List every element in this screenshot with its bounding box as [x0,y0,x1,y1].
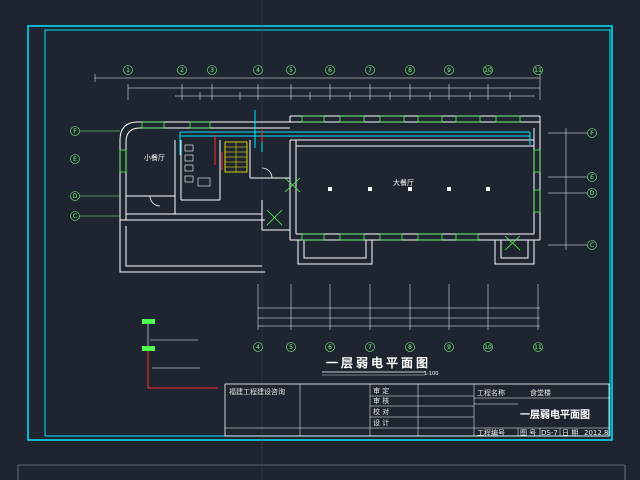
axis-label-top-11: 11 [534,67,542,74]
tb-project-value: 食堂楼 [530,388,551,397]
tb-date-value: 2012.8 [584,429,609,437]
legend-symbol [142,319,218,389]
axis-label-top-6: 6 [328,67,332,74]
top-axis-bubbles: 1 2 3 4 5 6 7 8 9 10 11 [123,65,543,75]
right-axis-bubbles: F E D C [548,128,597,250]
drawing-title: 一层弱电平面图 [326,355,431,370]
tb-company: 福建工程建设咨询 [229,387,285,396]
axis-label-right-E: E [590,174,594,181]
axis-label-top-2: 2 [180,67,184,74]
axis-label-bottom-11: 11 [534,344,542,351]
tb-drawing-name: 一层弱电平面图 [520,408,590,421]
stair-block [224,141,248,173]
tb-row-1: 审 定 [373,386,389,395]
axis-label-right-D: D [590,190,595,197]
tb-number-label: 工程编号 [477,428,505,437]
axis-label-top-7: 7 [368,67,372,74]
title-block: 福建工程建设咨询 审 定 审 核 校 对 设 计 工程名称 食堂楼 一层弱电平面… [224,383,610,437]
axis-label-top-4: 4 [256,67,260,74]
axis-label-top-5: 5 [289,67,293,74]
axis-label-top-1: 1 [126,67,130,74]
tb-row-2: 审 核 [373,396,389,405]
axis-label-bottom-4: 4 [256,344,260,351]
bottom-dimension-lines [257,284,540,330]
axis-label-left-C: C [73,213,77,220]
tb-row-3: 校 对 [373,407,389,416]
room-label-large-hall: 大餐厅 [393,178,414,187]
axis-label-bottom-5: 5 [289,344,293,351]
tb-row-4: 设 计 [373,418,389,427]
tb-date-label: 日 期 [562,429,578,437]
axis-label-top-3: 3 [210,67,214,74]
tb-sheet-label: 图 号 [520,429,536,437]
axis-label-bottom-7: 7 [368,344,372,351]
axis-label-bottom-8: 8 [408,344,412,351]
axis-label-top-9: 9 [447,67,451,74]
weak-current-cables [179,110,531,155]
axis-label-left-F: F [73,128,77,135]
room-label-small-hall: 小餐厅 [144,153,165,162]
axis-label-bottom-6: 6 [328,344,332,351]
drawing-scale: 1:100 [424,371,438,377]
left-axis-bubbles: F E D C [70,126,120,221]
axis-label-bottom-10: 10 [484,344,492,351]
axis-label-top-8: 8 [408,67,412,74]
bottom-axis-bubbles: 4 5 6 7 8 9 10 11 [253,342,543,352]
windows [119,115,541,241]
top-dimension-ticks [127,84,511,100]
top-dimension-lines [94,74,541,100]
building-walls [119,115,541,273]
columns [328,187,490,191]
sanitary-fixtures [184,144,211,187]
axis-label-left-D: D [73,193,78,200]
axis-label-right-C: C [590,242,594,249]
axis-label-bottom-9: 9 [447,344,451,351]
axis-label-top-10: 10 [484,67,492,74]
cad-drawing-canvas: 1 2 3 4 5 6 7 8 9 10 11 F E D C F E D C … [17,0,626,480]
doors [149,167,521,251]
tb-sheet-value: DS-7 [541,429,558,437]
tb-project-label: 工程名称 [477,388,505,397]
axis-label-right-F: F [590,130,594,137]
axis-label-left-E: E [73,156,77,163]
